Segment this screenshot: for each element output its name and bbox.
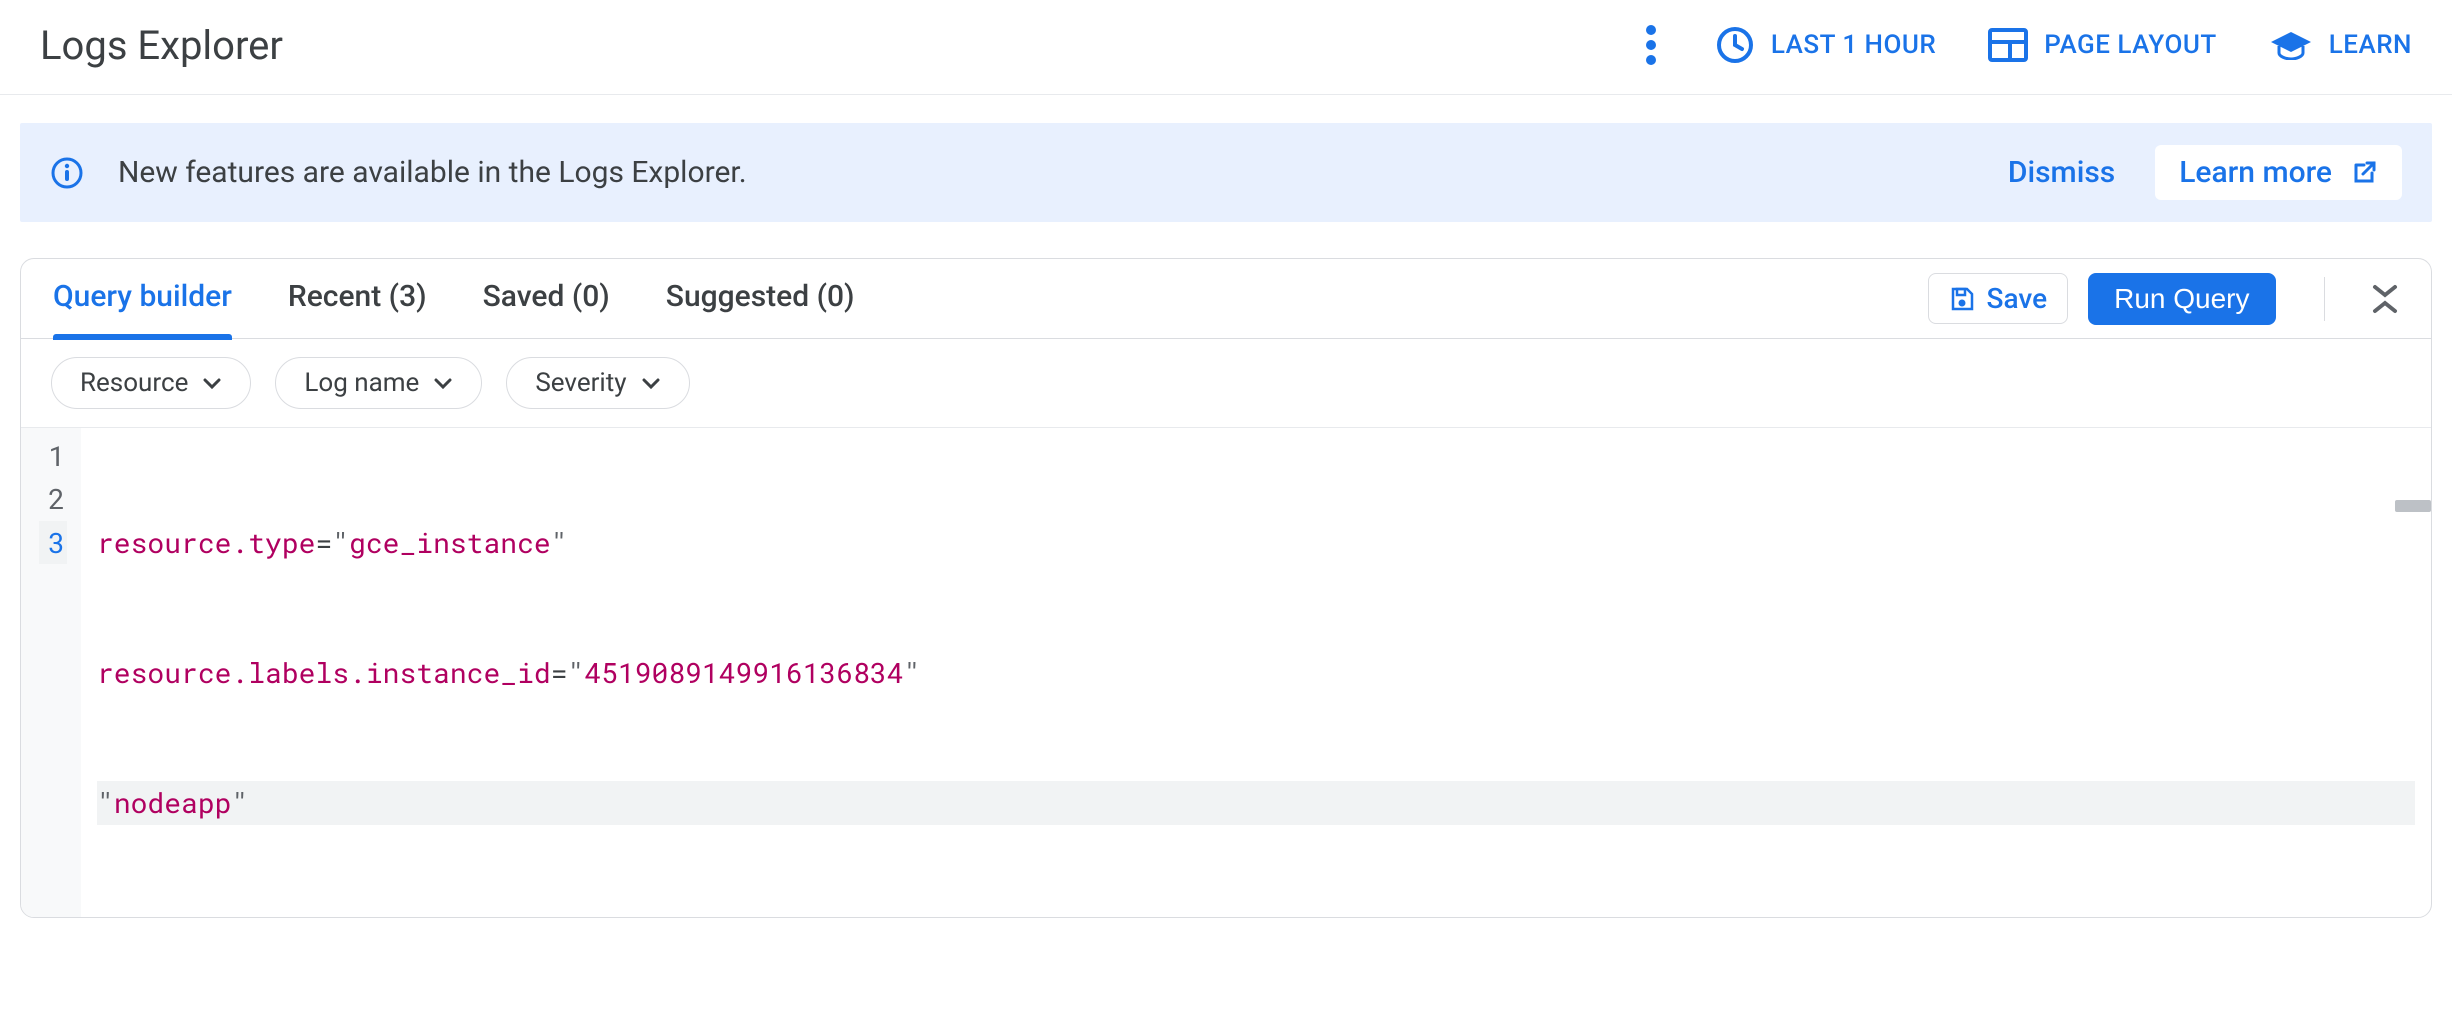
layout-icon xyxy=(1988,28,2028,62)
code-line: "nodeapp" xyxy=(97,781,2415,824)
editor-scrollbar[interactable] xyxy=(2395,500,2431,512)
page-layout-button[interactable]: PAGE LAYOUT xyxy=(1988,28,2216,62)
tab-query-builder[interactable]: Query builder xyxy=(53,279,232,318)
line-number: 2 xyxy=(39,477,67,520)
severity-chip-label: Severity xyxy=(535,368,626,398)
chevron-down-icon xyxy=(641,376,661,390)
query-panel: Query builder Recent (3) Saved (0) Sugge… xyxy=(20,258,2432,918)
chevron-up-icon xyxy=(2371,299,2399,315)
top-actions: LAST 1 HOUR PAGE LAYOUT LEARN xyxy=(1639,18,2412,72)
info-icon xyxy=(50,156,84,190)
banner-actions: Dismiss Learn more xyxy=(2008,145,2402,200)
tab-suggested[interactable]: Suggested (0) xyxy=(666,279,855,318)
tabs: Query builder Recent (3) Saved (0) Sugge… xyxy=(45,259,855,338)
time-range-button[interactable]: LAST 1 HOUR xyxy=(1715,25,1936,65)
code-line: resource.labels.instance_id="45190891499… xyxy=(97,651,2415,694)
chevron-down-icon xyxy=(433,376,453,390)
banner-learn-more-button[interactable]: Learn more xyxy=(2155,145,2402,200)
save-button[interactable]: Save xyxy=(1928,273,2069,324)
page-title: Logs Explorer xyxy=(40,22,283,69)
top-header: Logs Explorer LAST 1 HOUR xyxy=(0,0,2452,95)
query-editor[interactable]: 1 2 3 resource.type="gce_instance" resou… xyxy=(21,428,2431,917)
line-number: 1 xyxy=(39,434,67,477)
open-in-new-icon xyxy=(2350,159,2378,187)
vertical-divider xyxy=(2324,277,2326,321)
code-line: resource.type="gce_instance" xyxy=(97,521,2415,564)
severity-chip[interactable]: Severity xyxy=(506,357,689,409)
resource-chip-label: Resource xyxy=(80,368,188,398)
log-name-chip[interactable]: Log name xyxy=(275,357,482,409)
editor-code[interactable]: resource.type="gce_instance" resource.la… xyxy=(81,428,2431,917)
chevron-down-icon xyxy=(2371,283,2399,299)
tabs-row: Query builder Recent (3) Saved (0) Sugge… xyxy=(21,259,2431,339)
resource-chip[interactable]: Resource xyxy=(51,357,251,409)
time-range-label: LAST 1 HOUR xyxy=(1771,30,1936,60)
learn-label: LEARN xyxy=(2329,30,2412,60)
line-number: 3 xyxy=(39,521,67,564)
feature-banner: New features are available in the Logs E… xyxy=(20,123,2432,222)
tabs-actions: Save Run Query xyxy=(1928,273,2407,325)
more-vert-icon xyxy=(1645,24,1657,66)
editor-gutter: 1 2 3 xyxy=(21,428,81,917)
chevron-down-icon xyxy=(202,376,222,390)
filter-chips-row: Resource Log name Severity xyxy=(21,339,2431,428)
run-query-button[interactable]: Run Query xyxy=(2088,273,2275,325)
tab-recent[interactable]: Recent (3) xyxy=(288,279,427,318)
collapse-toggle-button[interactable] xyxy=(2363,283,2407,315)
tab-saved[interactable]: Saved (0) xyxy=(483,279,610,318)
graduation-cap-icon xyxy=(2269,30,2313,60)
banner-dismiss-button[interactable]: Dismiss xyxy=(2008,155,2115,190)
page-layout-label: PAGE LAYOUT xyxy=(2044,30,2216,60)
learn-button[interactable]: LEARN xyxy=(2269,30,2412,60)
banner-learn-more-label: Learn more xyxy=(2179,155,2332,190)
log-name-chip-label: Log name xyxy=(304,368,419,398)
banner-text: New features are available in the Logs E… xyxy=(118,155,2008,190)
more-options-button[interactable] xyxy=(1639,18,1663,72)
clock-icon xyxy=(1715,25,1755,65)
save-icon xyxy=(1949,286,1975,312)
save-label: Save xyxy=(1987,282,2048,315)
